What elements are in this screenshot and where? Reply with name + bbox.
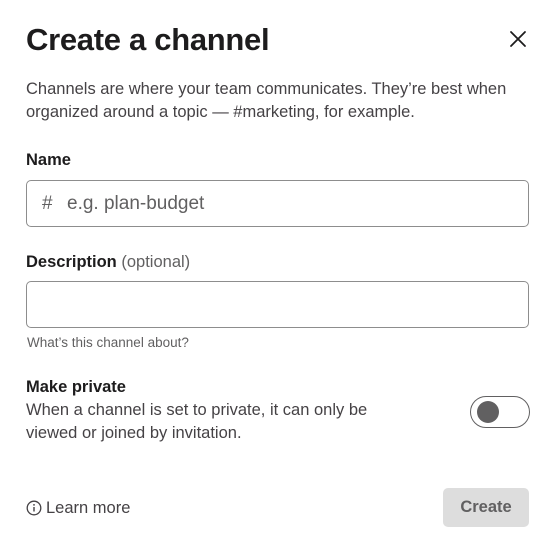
description-label: Description (optional) <box>26 251 190 273</box>
description-label-text: Description <box>26 253 117 271</box>
learn-more-label: Learn more <box>46 499 131 517</box>
channel-description-input[interactable] <box>41 292 516 318</box>
name-label: Name <box>26 151 71 169</box>
dialog-intro-text: Channels are where your team communicate… <box>26 80 507 121</box>
make-private-description: When a channel is set to private, it can… <box>26 401 368 442</box>
hash-icon: # <box>42 193 53 214</box>
info-icon <box>26 500 42 516</box>
create-button[interactable]: Create <box>443 488 529 527</box>
close-button[interactable] <box>503 24 533 54</box>
dialog-title: Create a channel <box>26 22 270 57</box>
toggle-knob <box>477 401 499 423</box>
name-field-container[interactable]: # <box>26 180 529 227</box>
learn-more-link[interactable]: Learn more <box>26 497 130 519</box>
channel-name-input[interactable] <box>67 191 517 217</box>
close-icon <box>510 31 526 47</box>
make-private-toggle[interactable] <box>470 396 530 428</box>
create-channel-dialog: Create a channel Channels are where your… <box>0 0 556 547</box>
optional-label: (optional) <box>121 253 191 271</box>
description-field-container[interactable] <box>26 281 529 328</box>
description-hint: What’s this channel about? <box>27 335 189 350</box>
make-private-title: Make private <box>26 378 126 396</box>
